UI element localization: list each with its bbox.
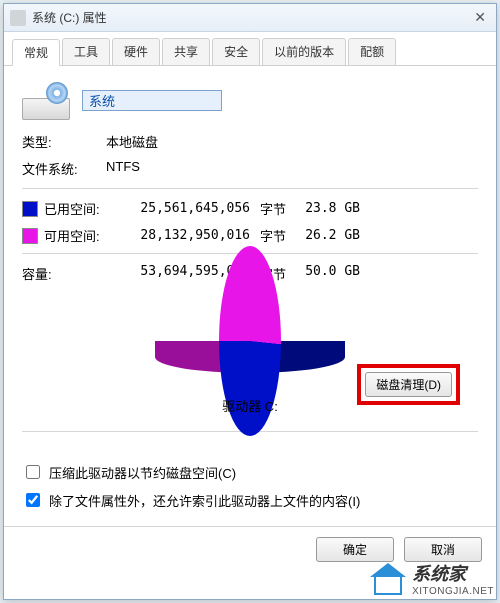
cancel-button[interactable]: 取消 bbox=[404, 537, 482, 562]
cleanup-highlight: 磁盘清理(D) bbox=[357, 364, 460, 405]
properties-dialog: 系统 (C:) 属性 ✕ 常规 工具 硬件 共享 安全 以前的版本 配额 类型:… bbox=[3, 3, 497, 600]
tabstrip: 常规 工具 硬件 共享 安全 以前的版本 配额 bbox=[4, 32, 496, 66]
index-label: 除了文件属性外，还允许索引此驱动器上文件的内容(I) bbox=[49, 491, 360, 510]
close-icon[interactable]: ✕ bbox=[470, 9, 490, 26]
index-checkbox[interactable] bbox=[26, 493, 40, 507]
general-panel: 类型: 本地磁盘 文件系统: NTFS 已用空间: 25,561,645,056… bbox=[4, 66, 496, 526]
used-gb: 23.8 GB bbox=[296, 201, 366, 216]
tab-tools[interactable]: 工具 bbox=[62, 38, 110, 65]
capacity-label: 容量: bbox=[22, 264, 116, 283]
tab-previous[interactable]: 以前的版本 bbox=[262, 38, 346, 65]
compress-checkbox-row[interactable]: 压缩此驱动器以节约磁盘空间(C) bbox=[22, 462, 478, 482]
drive-icon-small bbox=[10, 10, 26, 26]
fs-label: 文件系统: bbox=[22, 159, 106, 178]
house-icon bbox=[370, 563, 406, 595]
used-unit: 字节 bbox=[256, 199, 296, 218]
drive-icon bbox=[22, 80, 70, 120]
index-checkbox-row[interactable]: 除了文件属性外，还允许索引此驱动器上文件的内容(I) bbox=[22, 490, 478, 510]
disk-cleanup-button[interactable]: 磁盘清理(D) bbox=[365, 372, 452, 397]
window-title: 系统 (C:) 属性 bbox=[32, 9, 470, 26]
watermark-brand: 系统家 bbox=[412, 560, 494, 586]
used-swatch-icon bbox=[22, 201, 38, 217]
watermark-url: XITONGJIA.NET bbox=[412, 586, 494, 597]
compress-label: 压缩此驱动器以节约磁盘空间(C) bbox=[49, 463, 236, 482]
divider bbox=[22, 188, 478, 189]
free-label: 可用空间: bbox=[44, 226, 116, 245]
free-bytes: 28,132,950,016 bbox=[116, 228, 256, 243]
compress-checkbox[interactable] bbox=[26, 465, 40, 479]
tab-security[interactable]: 安全 bbox=[212, 38, 260, 65]
used-label: 已用空间: bbox=[44, 199, 116, 218]
tab-hardware[interactable]: 硬件 bbox=[112, 38, 160, 65]
used-bytes: 25,561,645,056 bbox=[116, 201, 256, 216]
type-value: 本地磁盘 bbox=[106, 132, 478, 151]
tab-quota[interactable]: 配额 bbox=[348, 38, 396, 65]
free-unit: 字节 bbox=[256, 226, 296, 245]
ok-button[interactable]: 确定 bbox=[316, 537, 394, 562]
titlebar[interactable]: 系统 (C:) 属性 ✕ bbox=[4, 4, 496, 32]
capacity-gb: 50.0 GB bbox=[296, 264, 366, 283]
free-swatch-icon bbox=[22, 228, 38, 244]
tab-general[interactable]: 常规 bbox=[12, 39, 60, 66]
watermark: 系统家 XITONGJIA.NET bbox=[370, 560, 494, 597]
usage-pie-chart bbox=[155, 310, 345, 388]
fs-value: NTFS bbox=[106, 159, 478, 178]
drive-name-input[interactable] bbox=[82, 90, 222, 111]
type-label: 类型: bbox=[22, 132, 106, 151]
free-gb: 26.2 GB bbox=[296, 228, 366, 243]
tab-sharing[interactable]: 共享 bbox=[162, 38, 210, 65]
